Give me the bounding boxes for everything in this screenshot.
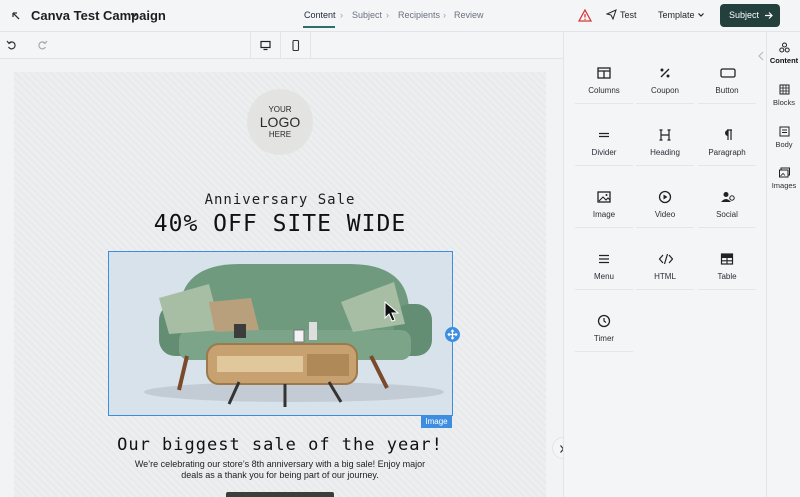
desktop-view-icon[interactable] bbox=[260, 40, 271, 51]
columns-icon bbox=[597, 67, 611, 79]
coupon-icon bbox=[660, 68, 670, 78]
nav-label: Body bbox=[775, 140, 793, 149]
step-separator-icon: › bbox=[443, 10, 446, 20]
shapes-icon bbox=[779, 42, 790, 53]
table-icon bbox=[720, 253, 734, 265]
arrow-right-icon bbox=[765, 12, 773, 19]
divider bbox=[250, 32, 251, 59]
test-label: Test bbox=[620, 10, 637, 20]
block-menu[interactable]: Menu bbox=[575, 238, 633, 290]
block-columns[interactable]: Columns bbox=[575, 52, 633, 104]
block-label: Heading bbox=[650, 148, 680, 157]
block-social[interactable]: Social bbox=[698, 176, 756, 228]
step-review[interactable]: Review bbox=[454, 10, 484, 20]
chevron-down-icon[interactable] bbox=[129, 10, 139, 20]
campaign-title[interactable]: Canva Test Campaign bbox=[31, 8, 166, 23]
timer-icon bbox=[597, 314, 611, 328]
step-separator-icon: › bbox=[340, 10, 343, 20]
step-separator-icon: › bbox=[386, 10, 389, 20]
cta-button-partial[interactable] bbox=[226, 492, 334, 497]
side-nav: Content Blocks Body Images bbox=[766, 32, 800, 497]
template-button[interactable]: Template bbox=[658, 10, 695, 20]
send-icon bbox=[606, 9, 617, 20]
image-block-label: Image bbox=[421, 416, 452, 428]
email-preview: YOUR LOGO HERE Anniversary Sale 40% OFF … bbox=[14, 72, 546, 497]
cursor-icon bbox=[384, 301, 400, 322]
block-heading[interactable]: Heading bbox=[636, 114, 694, 166]
nav-label: Blocks bbox=[772, 98, 796, 107]
block-label: Timer bbox=[593, 334, 615, 343]
warning-icon[interactable] bbox=[578, 9, 592, 22]
headline-small[interactable]: Anniversary Sale bbox=[14, 192, 546, 208]
chevron-down-icon[interactable] bbox=[697, 11, 705, 19]
block-label: Menu bbox=[593, 272, 614, 281]
social-icon bbox=[721, 192, 735, 202]
subheadline[interactable]: Our biggest sale of the year! bbox=[14, 435, 546, 455]
paragraph-icon bbox=[725, 129, 732, 140]
block-label: Image bbox=[592, 210, 616, 219]
block-label: Divider bbox=[591, 148, 617, 157]
block-video[interactable]: Video bbox=[636, 176, 694, 228]
image-block-selected[interactable] bbox=[108, 251, 453, 416]
editor-toolbar bbox=[0, 32, 563, 59]
logo-line-2: LOGO bbox=[259, 114, 301, 130]
button-icon bbox=[720, 68, 736, 78]
block-table[interactable]: Table bbox=[698, 238, 756, 290]
email-canvas: YOUR LOGO HERE Anniversary Sale 40% OFF … bbox=[0, 60, 563, 497]
divider bbox=[280, 32, 281, 59]
mobile-view-icon[interactable] bbox=[290, 40, 301, 51]
top-bar: Canva Test Campaign Content › Subject › … bbox=[0, 0, 800, 32]
divider-icon bbox=[599, 132, 609, 138]
logo-placeholder[interactable]: YOUR LOGO HERE bbox=[247, 89, 313, 155]
body-paragraph[interactable]: We’re celebrating our store’s 8th annive… bbox=[134, 459, 426, 481]
nav-label: Images bbox=[771, 181, 797, 190]
content-blocks-panel: Columns Coupon Button Divider Heading Pa… bbox=[563, 32, 766, 497]
html-icon bbox=[658, 253, 674, 265]
block-label: Columns bbox=[588, 86, 620, 95]
logo-line-3: HERE bbox=[268, 130, 292, 139]
redo-icon[interactable] bbox=[37, 40, 48, 51]
block-label: Paragraph bbox=[708, 148, 746, 157]
step-subject[interactable]: Subject bbox=[352, 10, 382, 20]
block-button[interactable]: Button bbox=[698, 52, 756, 104]
subject-button[interactable]: Subject bbox=[720, 4, 780, 27]
blocks-icon bbox=[779, 84, 790, 95]
image-icon bbox=[597, 191, 611, 203]
block-paragraph[interactable]: Paragraph bbox=[698, 114, 756, 166]
divider bbox=[310, 32, 311, 59]
logo-line-1: YOUR bbox=[268, 105, 292, 114]
block-coupon[interactable]: Coupon bbox=[636, 52, 694, 104]
sofa-illustration bbox=[109, 252, 452, 415]
block-image[interactable]: Image bbox=[575, 176, 633, 228]
video-icon bbox=[658, 190, 672, 204]
move-handle[interactable] bbox=[445, 327, 460, 342]
nav-label: Content bbox=[769, 56, 799, 65]
block-html[interactable]: HTML bbox=[636, 238, 694, 290]
block-label: HTML bbox=[654, 272, 676, 281]
move-icon bbox=[447, 329, 458, 340]
step-content[interactable]: Content bbox=[304, 10, 336, 20]
block-label: Button bbox=[715, 86, 739, 95]
active-step-indicator bbox=[303, 26, 335, 28]
subject-label: Subject bbox=[729, 10, 760, 20]
images-icon bbox=[779, 167, 790, 178]
block-divider[interactable]: Divider bbox=[575, 114, 633, 166]
step-recipients[interactable]: Recipients bbox=[398, 10, 440, 20]
exit-arrow-icon[interactable] bbox=[9, 9, 23, 23]
undo-icon[interactable] bbox=[6, 40, 17, 51]
block-label: Table bbox=[717, 272, 737, 281]
block-timer[interactable]: Timer bbox=[575, 300, 633, 352]
headline-large[interactable]: 40% OFF SITE WIDE bbox=[14, 211, 546, 237]
block-label: Video bbox=[654, 210, 676, 219]
block-label: Social bbox=[716, 210, 738, 219]
block-label: Coupon bbox=[650, 86, 680, 95]
body-icon bbox=[779, 126, 790, 137]
heading-icon bbox=[659, 129, 671, 141]
menu-icon bbox=[599, 254, 609, 264]
